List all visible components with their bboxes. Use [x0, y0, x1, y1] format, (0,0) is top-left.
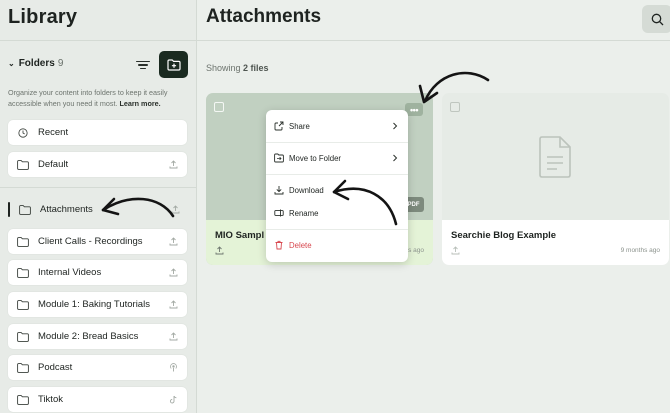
upload-icon[interactable]	[169, 268, 178, 277]
upload-icon[interactable]	[169, 160, 178, 169]
folder-icon	[17, 362, 29, 373]
podcast-icon	[170, 363, 177, 372]
select-checkbox[interactable]	[214, 102, 224, 112]
sidebar-item-label: Client Calls - Recordings	[38, 236, 143, 247]
menu-item-label: Share	[289, 121, 310, 131]
search-button[interactable]	[642, 5, 670, 33]
upload-icon[interactable]	[215, 246, 224, 255]
folder-icon	[17, 394, 29, 405]
sidebar-item-module-2[interactable]: Module 2: Bread Basics	[8, 324, 187, 349]
file-name: Searchie Blog Example	[451, 230, 557, 241]
folder-icon	[19, 204, 31, 215]
main-header-divider	[197, 40, 670, 41]
sidebar-divider	[0, 187, 197, 188]
document-icon	[539, 136, 571, 178]
upload-icon[interactable]	[169, 237, 178, 246]
file-count-label: Showing 2 files	[206, 63, 269, 73]
menu-item-move-to-folder[interactable]: Move to Folder	[266, 148, 408, 168]
menu-item-label: Rename	[289, 208, 319, 218]
sidebar-item-label: Podcast	[38, 362, 73, 373]
folder-icon	[17, 159, 29, 170]
file-date: 9 months ago	[620, 247, 660, 254]
sort-icon[interactable]	[136, 59, 150, 71]
sidebar-header-divider	[0, 40, 197, 41]
menu-item-download[interactable]: Download	[266, 180, 408, 200]
sidebar-item-client-calls[interactable]: Client Calls - Recordings	[8, 229, 187, 254]
rename-icon	[274, 209, 284, 217]
menu-item-delete[interactable]: Delete	[266, 235, 408, 255]
sidebar-item-label: Tiktok	[38, 394, 63, 405]
sidebar-item-label: Internal Videos	[38, 267, 102, 278]
select-checkbox[interactable]	[450, 102, 460, 112]
folder-icon	[17, 299, 29, 310]
search-icon	[651, 13, 663, 25]
sidebar-item-tiktok[interactable]: Tiktok	[8, 387, 187, 412]
sidebar-item-internal-videos[interactable]: Internal Videos	[8, 260, 187, 285]
file-card-searchie[interactable]: Searchie Blog Example 9 months ago	[442, 93, 669, 265]
menu-item-label: Download	[289, 185, 324, 195]
chevron-right-icon	[393, 122, 398, 130]
file-date: s ago	[408, 247, 424, 254]
menu-divider	[266, 229, 408, 230]
folder-icon	[17, 267, 29, 278]
trash-icon	[275, 240, 283, 250]
upload-icon[interactable]	[169, 300, 178, 309]
folders-toggle[interactable]: ⌄ Folders 9	[8, 58, 63, 69]
library-title: Library	[8, 6, 78, 28]
sidebar-item-recent[interactable]: Recent	[8, 120, 187, 145]
menu-item-label: Delete	[289, 240, 312, 250]
sidebar-item-podcast[interactable]: Podcast	[8, 355, 187, 380]
folders-description: Organize your content into folders to ke…	[8, 88, 168, 108]
clock-icon	[18, 127, 28, 138]
file-name: MIO Sampl	[215, 230, 265, 241]
menu-divider	[266, 174, 408, 175]
sidebar-item-label: Module 1: Baking Tutorials	[38, 299, 150, 310]
menu-item-rename[interactable]: Rename	[266, 203, 408, 223]
add-folder-button[interactable]	[159, 51, 188, 78]
upload-icon[interactable]	[169, 332, 178, 341]
tiktok-icon	[169, 395, 177, 404]
folders-label: Folders	[18, 58, 55, 69]
upload-icon[interactable]	[451, 246, 460, 255]
chevron-down-icon: ⌄	[8, 59, 15, 68]
chevron-right-icon	[393, 154, 398, 162]
menu-item-share[interactable]: Share	[266, 116, 408, 136]
download-icon	[274, 186, 284, 195]
sidebar: Library ⌄ Folders 9 Organize your conten…	[0, 0, 197, 413]
menu-divider	[266, 142, 408, 143]
upload-icon[interactable]	[171, 205, 180, 214]
context-menu: Share Move to Folder Download Rename Del…	[266, 110, 408, 262]
sidebar-item-module-1[interactable]: Module 1: Baking Tutorials	[8, 292, 187, 317]
file-card-footer: Searchie Blog Example 9 months ago	[442, 220, 669, 265]
folder-move-icon	[274, 153, 284, 163]
sidebar-item-label: Default	[38, 159, 69, 170]
folder-icon	[17, 236, 29, 247]
sidebar-item-attachments[interactable]: Attachments	[10, 197, 189, 222]
menu-item-label: Move to Folder	[289, 153, 342, 163]
sidebar-item-label: Module 2: Bread Basics	[38, 331, 139, 342]
sidebar-item-label: Attachments	[40, 204, 93, 215]
learn-more-link[interactable]: Learn more.	[119, 99, 160, 108]
folder-icon	[17, 331, 29, 342]
share-icon	[274, 121, 284, 131]
sidebar-item-label: Recent	[38, 127, 69, 138]
folder-plus-icon	[166, 58, 181, 71]
page-title: Attachments	[206, 6, 322, 27]
sidebar-item-default[interactable]: Default	[8, 152, 187, 177]
folders-count: 9	[57, 58, 64, 69]
